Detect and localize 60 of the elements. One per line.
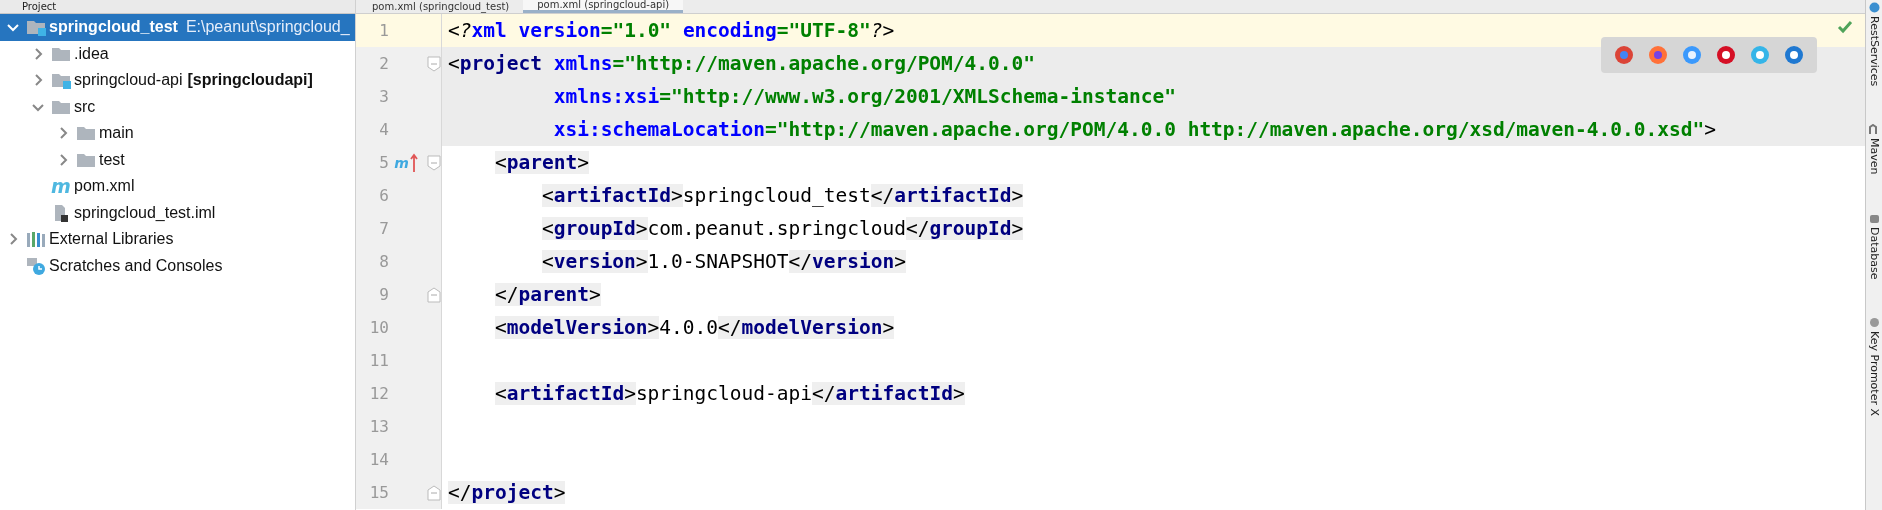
code-line: </parent> [493, 283, 601, 306]
browser-icon[interactable] [1750, 45, 1770, 65]
line-number: 12 [368, 384, 389, 403]
line-number: 7 [378, 219, 389, 238]
editor-tab[interactable]: pom.xml (springcloud-api) [523, 0, 684, 13]
code-line: </project> [447, 481, 566, 504]
check-icon [1837, 20, 1853, 34]
up-arrow-icon [409, 152, 418, 173]
code-line: <modelVersion>4.0.0</modelVersion> [493, 316, 895, 339]
line-number: 3 [378, 87, 389, 106]
tool-window-tab[interactable]: Maven [1867, 138, 1881, 175]
browser-icon[interactable] [1716, 45, 1736, 65]
tool-window-tab[interactable]: Key Promoter X [1867, 331, 1881, 417]
line-number: 4 [378, 120, 389, 139]
tree-item[interactable]: .idea [0, 40, 355, 67]
tree-item[interactable]: test [0, 146, 355, 173]
line-number: 10 [368, 318, 389, 337]
tree-item[interactable]: springcloud-api [springcloudapi] [0, 67, 355, 94]
module-folder-icon [51, 71, 71, 90]
line-number: 15 [368, 483, 389, 502]
tool-window-tab[interactable]: RestServices [1867, 16, 1881, 87]
code-line: <project xmlns="http://maven.apache.org/POM/4.0.0" [447, 52, 1036, 75]
line-number: 5 [378, 153, 389, 172]
line-number: 14 [368, 450, 389, 469]
line-number: 8 [378, 252, 389, 271]
code-line: xmlns:xsi="http://www.w3.org/2001/XMLSchema-instance" [552, 85, 1176, 108]
code-line: <version>1.0-SNAPSHOT</version> [540, 250, 906, 273]
module-folder-icon [26, 18, 46, 37]
code-line: <parent> [493, 151, 589, 174]
line-number: 13 [368, 417, 389, 436]
tree-item[interactable]: main [0, 120, 355, 147]
line-number: 9 [378, 285, 389, 304]
browser-icon[interactable] [1614, 45, 1634, 65]
tree-item[interactable]: springcloud_test E:\peanut\springcloud_ [0, 14, 355, 41]
module-name: [springcloudapi] [187, 71, 313, 90]
code-line: <artifactId>springcloud-api</artifactId> [493, 382, 965, 405]
line-number: 11 [368, 351, 389, 370]
scratches-icon [26, 256, 46, 275]
editor-tab[interactable]: pom.xml (springcloud_test) [358, 0, 524, 13]
line-number: 2 [378, 54, 389, 73]
browser-icon[interactable] [1648, 45, 1668, 65]
browser-icon[interactable] [1682, 45, 1702, 65]
tree-item[interactable]: m pom.xml [0, 173, 355, 200]
code-line: <groupId>com.peanut.springcloud</groupId> [540, 217, 1024, 240]
tree-item[interactable]: springcloud_test.iml [0, 199, 355, 226]
project-path: E:\peanut\springcloud_ [185, 18, 350, 37]
code-line: <artifactId>springcloud_test</artifactId> [540, 184, 1024, 207]
libraries-icon [26, 230, 46, 249]
code-line: xsi:schemaLocation="http://maven.apache.org/POM/4.0.0 http://maven.apache.org/xsd/maven-4.0.0.xsd"> [552, 118, 1716, 141]
browser-icon[interactable] [1784, 45, 1804, 65]
tool-window-tab[interactable]: Database [1867, 226, 1881, 280]
code-line: <?xml version="1.0" encoding="UTF-8"?> [447, 19, 895, 42]
folder-icon [76, 124, 96, 143]
panel-header: Project [0, 0, 355, 14]
tree-item[interactable]: Scratches and Consoles [0, 252, 355, 279]
tree-item[interactable]: src [0, 93, 355, 120]
maven-file-icon: m [51, 176, 71, 197]
line-number: 1 [378, 21, 389, 40]
tree-item[interactable]: External Libraries [0, 226, 355, 253]
line-number: 6 [378, 186, 389, 205]
